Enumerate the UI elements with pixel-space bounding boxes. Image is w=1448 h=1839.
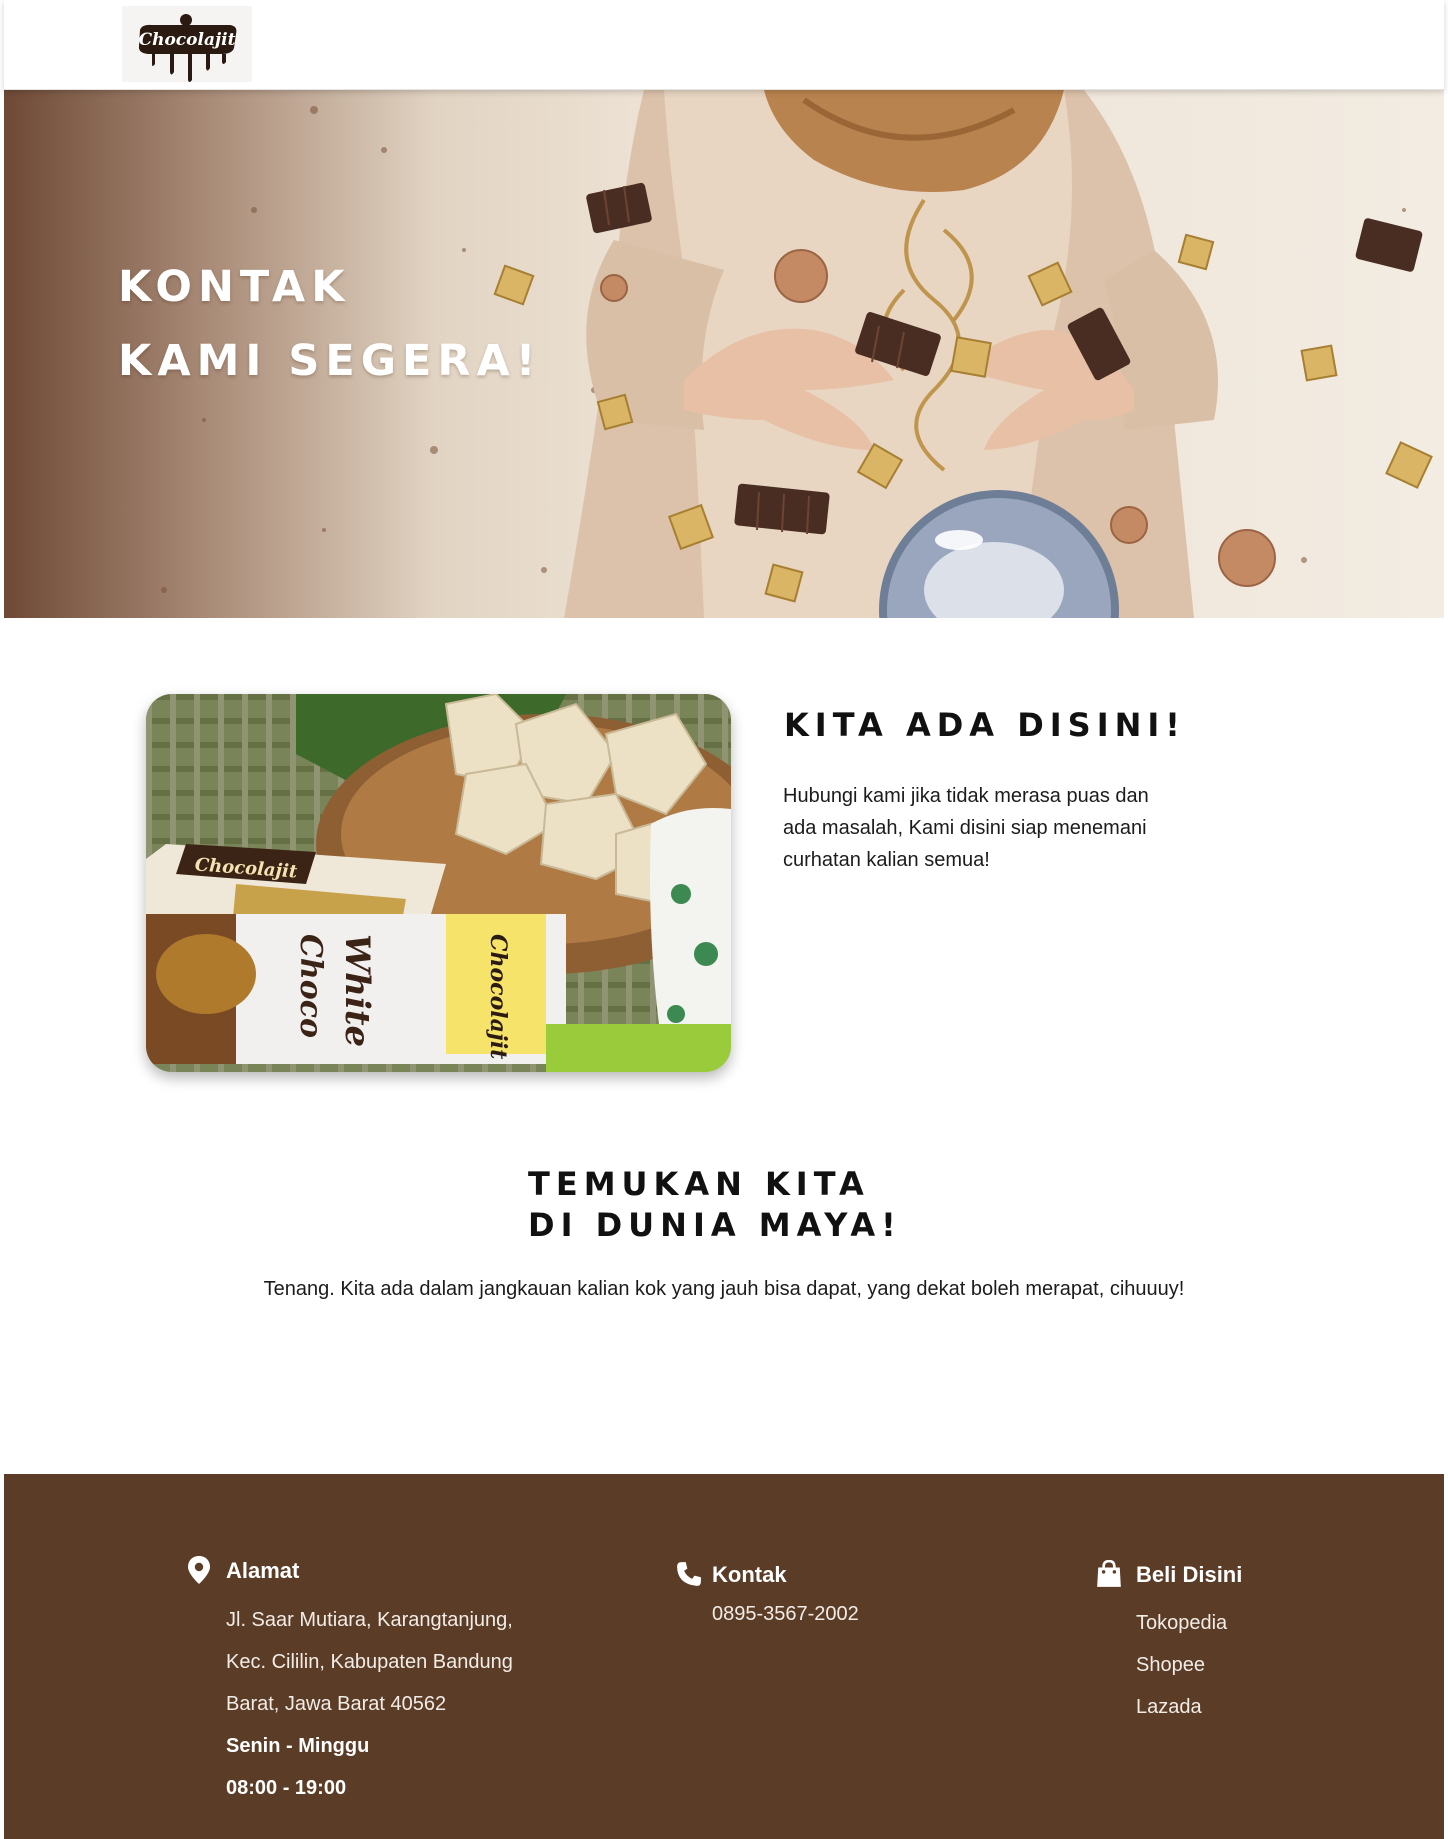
location-pin-icon <box>188 1556 210 1584</box>
site-footer: Alamat Jl. Saar Mutiara, Karangtanjung, … <box>4 1474 1444 1839</box>
address-line-3: Barat, Jawa Barat 40562 <box>226 1693 447 1715</box>
shopee-link[interactable]: Shopee <box>1136 1654 1205 1677</box>
product-photo-image: Chocolajit Chocolajit White Choco <box>146 694 731 1072</box>
find-us-title-line-1: TEMUKAN KITA <box>528 1165 870 1203</box>
site-header: Chocolajit <box>4 0 1444 90</box>
shop-heading: Beli Disini <box>1136 1562 1243 1587</box>
address-line-2: Kec. Cililin, Kabupaten Bandung <box>226 1651 513 1673</box>
address-heading: Alamat <box>226 1558 300 1583</box>
find-us-description: Tenang. Kita ada dalam jangkauan kalian … <box>263 1278 1185 1300</box>
opening-days: Senin - Minggu <box>226 1735 370 1757</box>
contact-phone-number[interactable]: 0895-3567-2002 <box>712 1603 859 1626</box>
product-photo: Chocolajit Chocolajit White Choco <box>146 694 731 1072</box>
brand-logo[interactable]: Chocolajit <box>122 6 252 82</box>
svg-text:Chocolajit: Chocolajit <box>139 30 236 50</box>
about-title: KITA ADA DISINI! <box>784 706 1186 744</box>
hero-banner: KONTAK KAMI SEGERA! <box>4 90 1444 618</box>
about-description: Hubungi kami jika tidak merasa puas dan … <box>783 785 1149 871</box>
shopping-bag-icon <box>1097 1560 1121 1587</box>
find-us-title: TEMUKAN KITA DI DUNIA MAYA! <box>528 1164 902 1246</box>
svg-text:Chocolajit: Chocolajit <box>485 934 511 1059</box>
lazada-link[interactable]: Lazada <box>1136 1696 1202 1719</box>
svg-text:Choco: Choco <box>293 934 328 1038</box>
phone-icon <box>677 1562 701 1586</box>
hero-title: KONTAK KAMI SEGERA! <box>118 250 598 398</box>
chocolajit-logo-icon: Chocolajit <box>122 6 252 82</box>
page: Chocolajit KONTAK KAMI SEGERA! Chocolaji… <box>0 0 1448 1839</box>
find-us-title-line-2: DI DUNIA MAYA! <box>528 1206 902 1244</box>
hero-title-line-1: KONTAK <box>118 262 351 312</box>
opening-hours: 08:00 - 19:00 <box>226 1777 347 1799</box>
contact-heading: Kontak <box>712 1562 787 1587</box>
svg-text:White: White <box>337 934 377 1047</box>
tokopedia-link[interactable]: Tokopedia <box>1136 1612 1227 1635</box>
hero-title-line-2: KAMI SEGERA! <box>118 336 542 386</box>
address-line-1: Jl. Saar Mutiara, Karangtanjung, <box>226 1609 513 1631</box>
